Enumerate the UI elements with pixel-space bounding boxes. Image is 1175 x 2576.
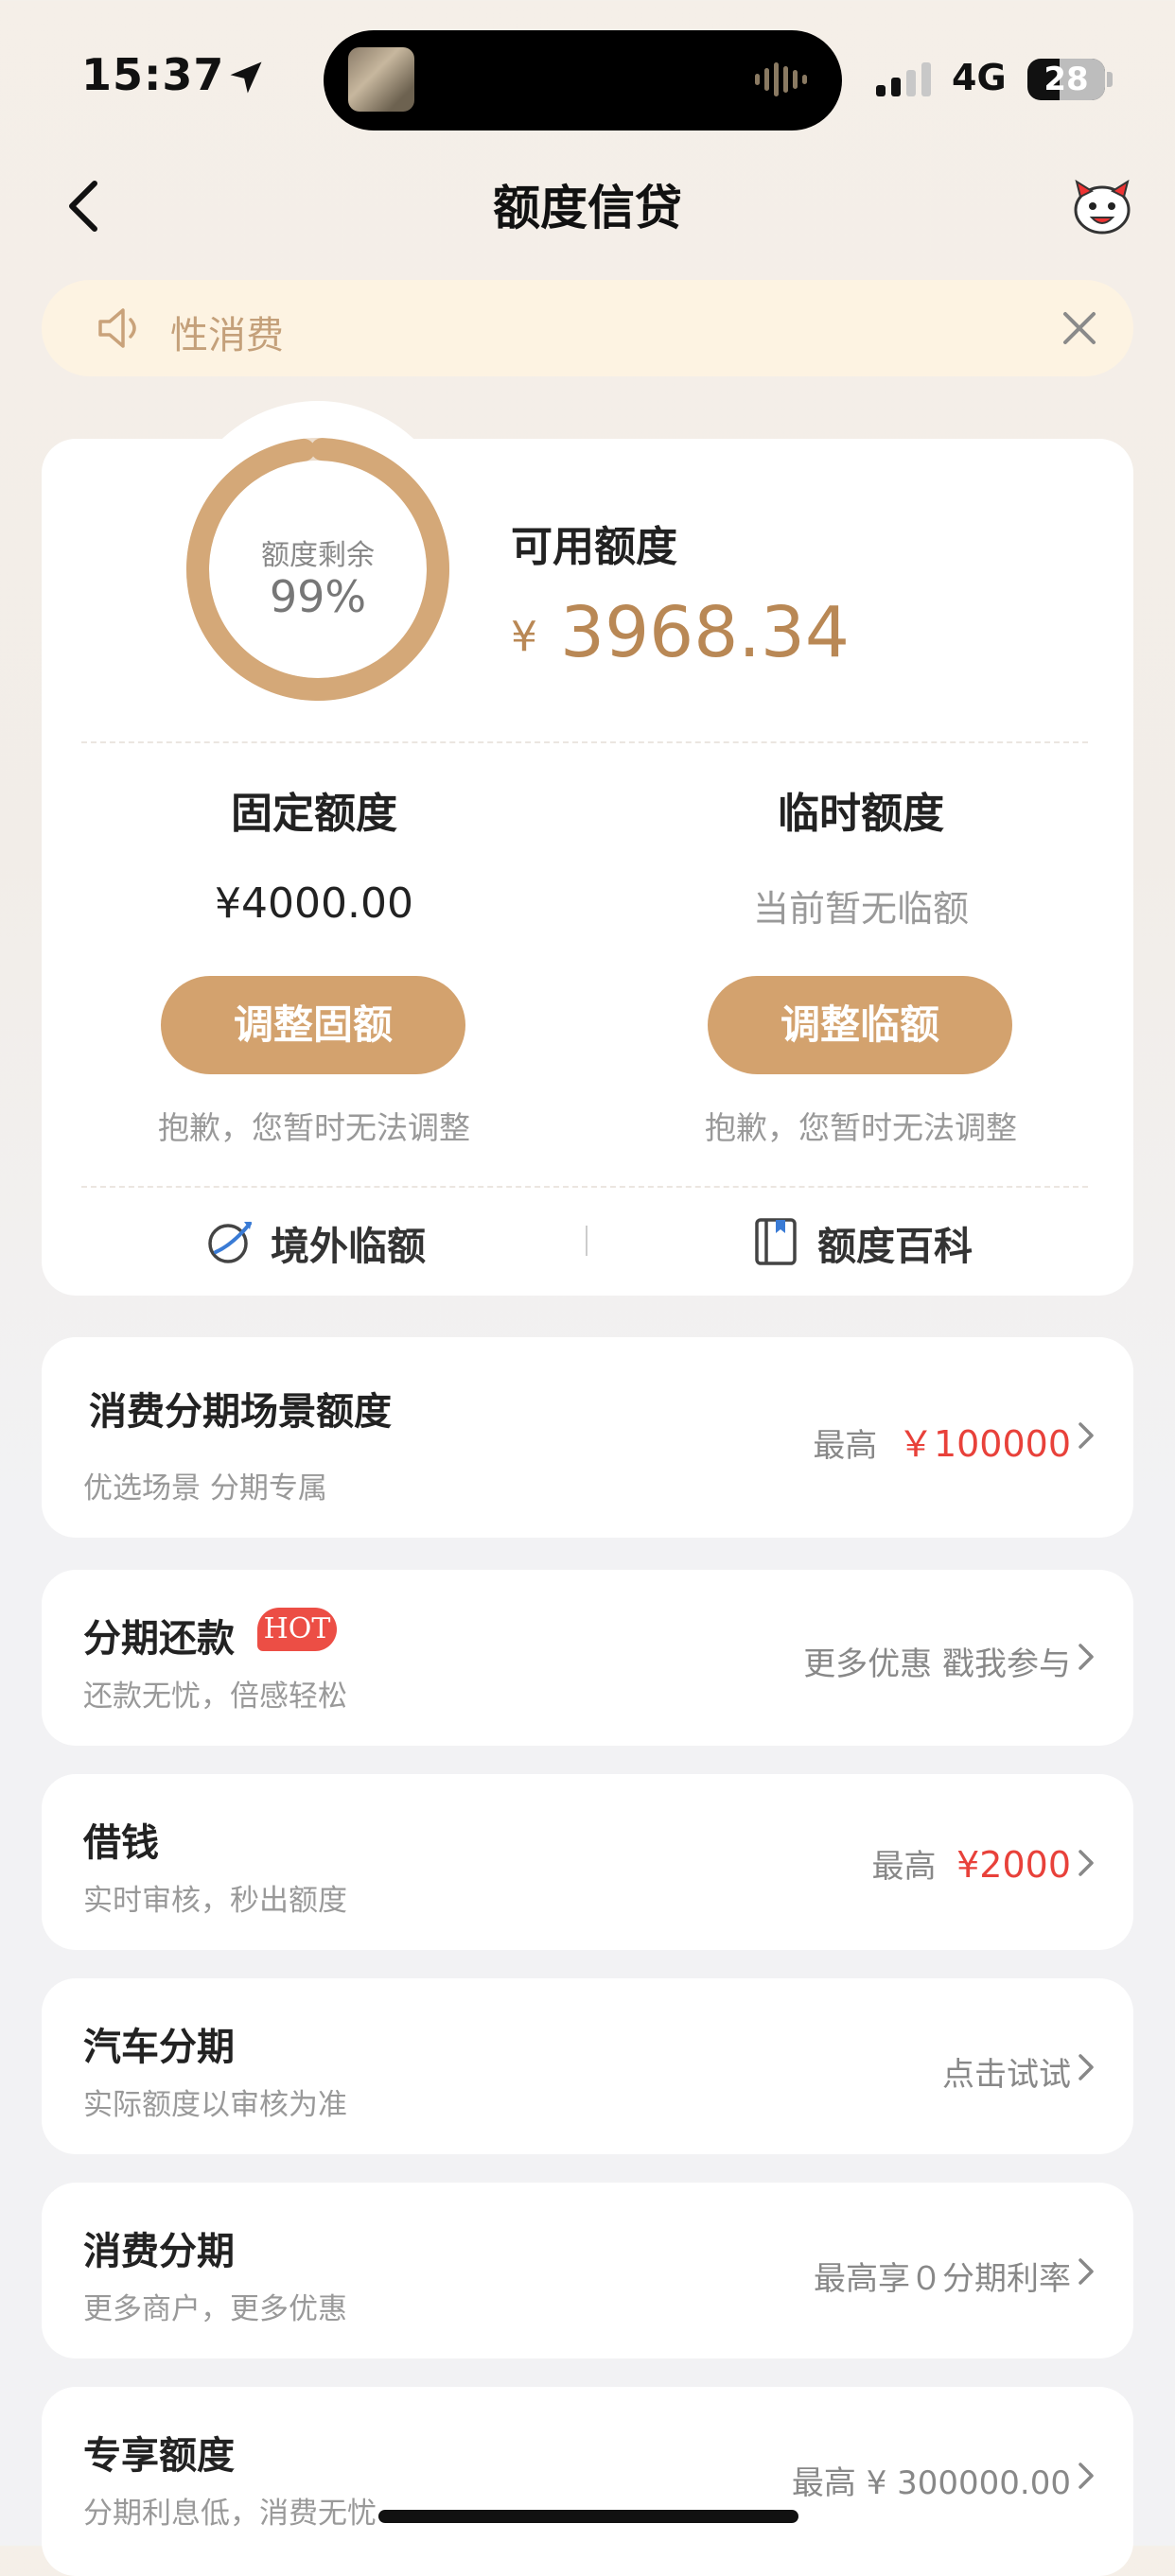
page-title: 额度信贷: [493, 181, 682, 235]
available-currency: ¥: [511, 613, 537, 661]
item-title: 汽车分期: [83, 2026, 235, 2069]
item-subtitle: 优选场景 分期专属: [83, 1471, 327, 1506]
book-icon: [755, 1218, 797, 1265]
home-indicator[interactable]: [378, 2510, 798, 2523]
speaker-icon: [98, 308, 136, 348]
item-subtitle: 实际额度以审核为准: [83, 2088, 347, 2122]
item-subtitle: 还款无忧，倍感轻松: [83, 1680, 347, 1714]
item-right-text: 点击试试: [942, 2056, 1071, 2094]
battery-level: 28: [1043, 61, 1089, 98]
notice-text: 性消费: [170, 314, 284, 357]
item-subtitle: 实时审核，秒出额度: [83, 1884, 347, 1918]
signal-icon: [876, 62, 931, 96]
adjust-fixed-button[interactable]: 调整固额: [161, 976, 465, 1074]
ring-percent: 99%: [269, 571, 367, 622]
item-title: 消费分期场景额度: [89, 1390, 392, 1434]
battery-tip: [1107, 72, 1113, 87]
location-arrow-icon: [230, 61, 262, 94]
fixed-adjust-note: 抱歉，您暂时无法调整: [158, 1109, 470, 1146]
item-right-value: ￥100000: [897, 1423, 1071, 1465]
overseas-temp-credit-link[interactable]: 境外临额: [271, 1214, 426, 1271]
temp-credit-value: 当前暂无临额: [752, 888, 969, 930]
adjust-temp-button[interactable]: 调整临额: [708, 976, 1012, 1074]
network-label: 4G: [952, 57, 1007, 98]
chevron-right-icon: [1079, 2054, 1094, 2080]
link-separator: [586, 1226, 588, 1256]
fixed-credit-title: 固定额度: [231, 790, 397, 838]
item-right-prefix: 最高: [813, 1427, 878, 1465]
mascot-icon[interactable]: [1069, 176, 1135, 236]
chevron-right-icon: [1079, 1850, 1094, 1876]
close-icon[interactable]: [1058, 306, 1101, 350]
battery-icon: 28: [1027, 59, 1105, 100]
audio-wave-icon: [755, 62, 807, 96]
item-right-text: 最高享０分期利率: [814, 2260, 1071, 2298]
item-right-info: 最高 ￥100000: [813, 1415, 1071, 1467]
status-time: 15:37: [81, 49, 225, 100]
item-title: 分期还款: [83, 1617, 235, 1661]
item-title: 专享额度: [83, 2434, 235, 2478]
hot-badge: HOT: [257, 1608, 337, 1651]
available-credit-label: 可用额度: [511, 523, 677, 571]
item-right-text: 最高 ¥ 300000.00: [791, 2464, 1071, 2502]
item-right-info: 最高 ¥2000: [871, 1840, 1071, 1887]
globe-plane-icon: [208, 1222, 252, 1263]
available-credit-amount: 3968.34: [560, 592, 851, 673]
temp-adjust-note: 抱歉，您暂时无法调整: [705, 1109, 1017, 1146]
credit-wiki-link[interactable]: 额度百科: [817, 1214, 973, 1271]
chevron-right-icon: [1079, 1644, 1094, 1670]
chevron-right-icon: [1079, 2258, 1094, 2285]
ring-label: 额度剩余: [261, 539, 375, 572]
item-right-value: ¥2000: [956, 1844, 1071, 1886]
item-title: 消费分期: [83, 2230, 235, 2273]
item-subtitle: 分期利息低，消费无忧: [83, 2497, 377, 2531]
chevron-right-icon: [1079, 1422, 1094, 1449]
divider: [81, 741, 1088, 743]
item-subtitle: 更多商户，更多优惠: [83, 2292, 347, 2326]
fixed-credit-value: ¥4000.00: [215, 879, 413, 928]
divider: [81, 1186, 1088, 1188]
temp-credit-title: 临时额度: [778, 790, 944, 838]
now-playing-thumbnail[interactable]: [348, 47, 414, 112]
item-right-text: 更多优惠 戳我参与: [803, 1645, 1071, 1683]
item-title: 借钱: [83, 1821, 159, 1865]
chevron-right-icon: [1079, 2463, 1094, 2489]
item-right-prefix: 最高: [871, 1848, 937, 1886]
